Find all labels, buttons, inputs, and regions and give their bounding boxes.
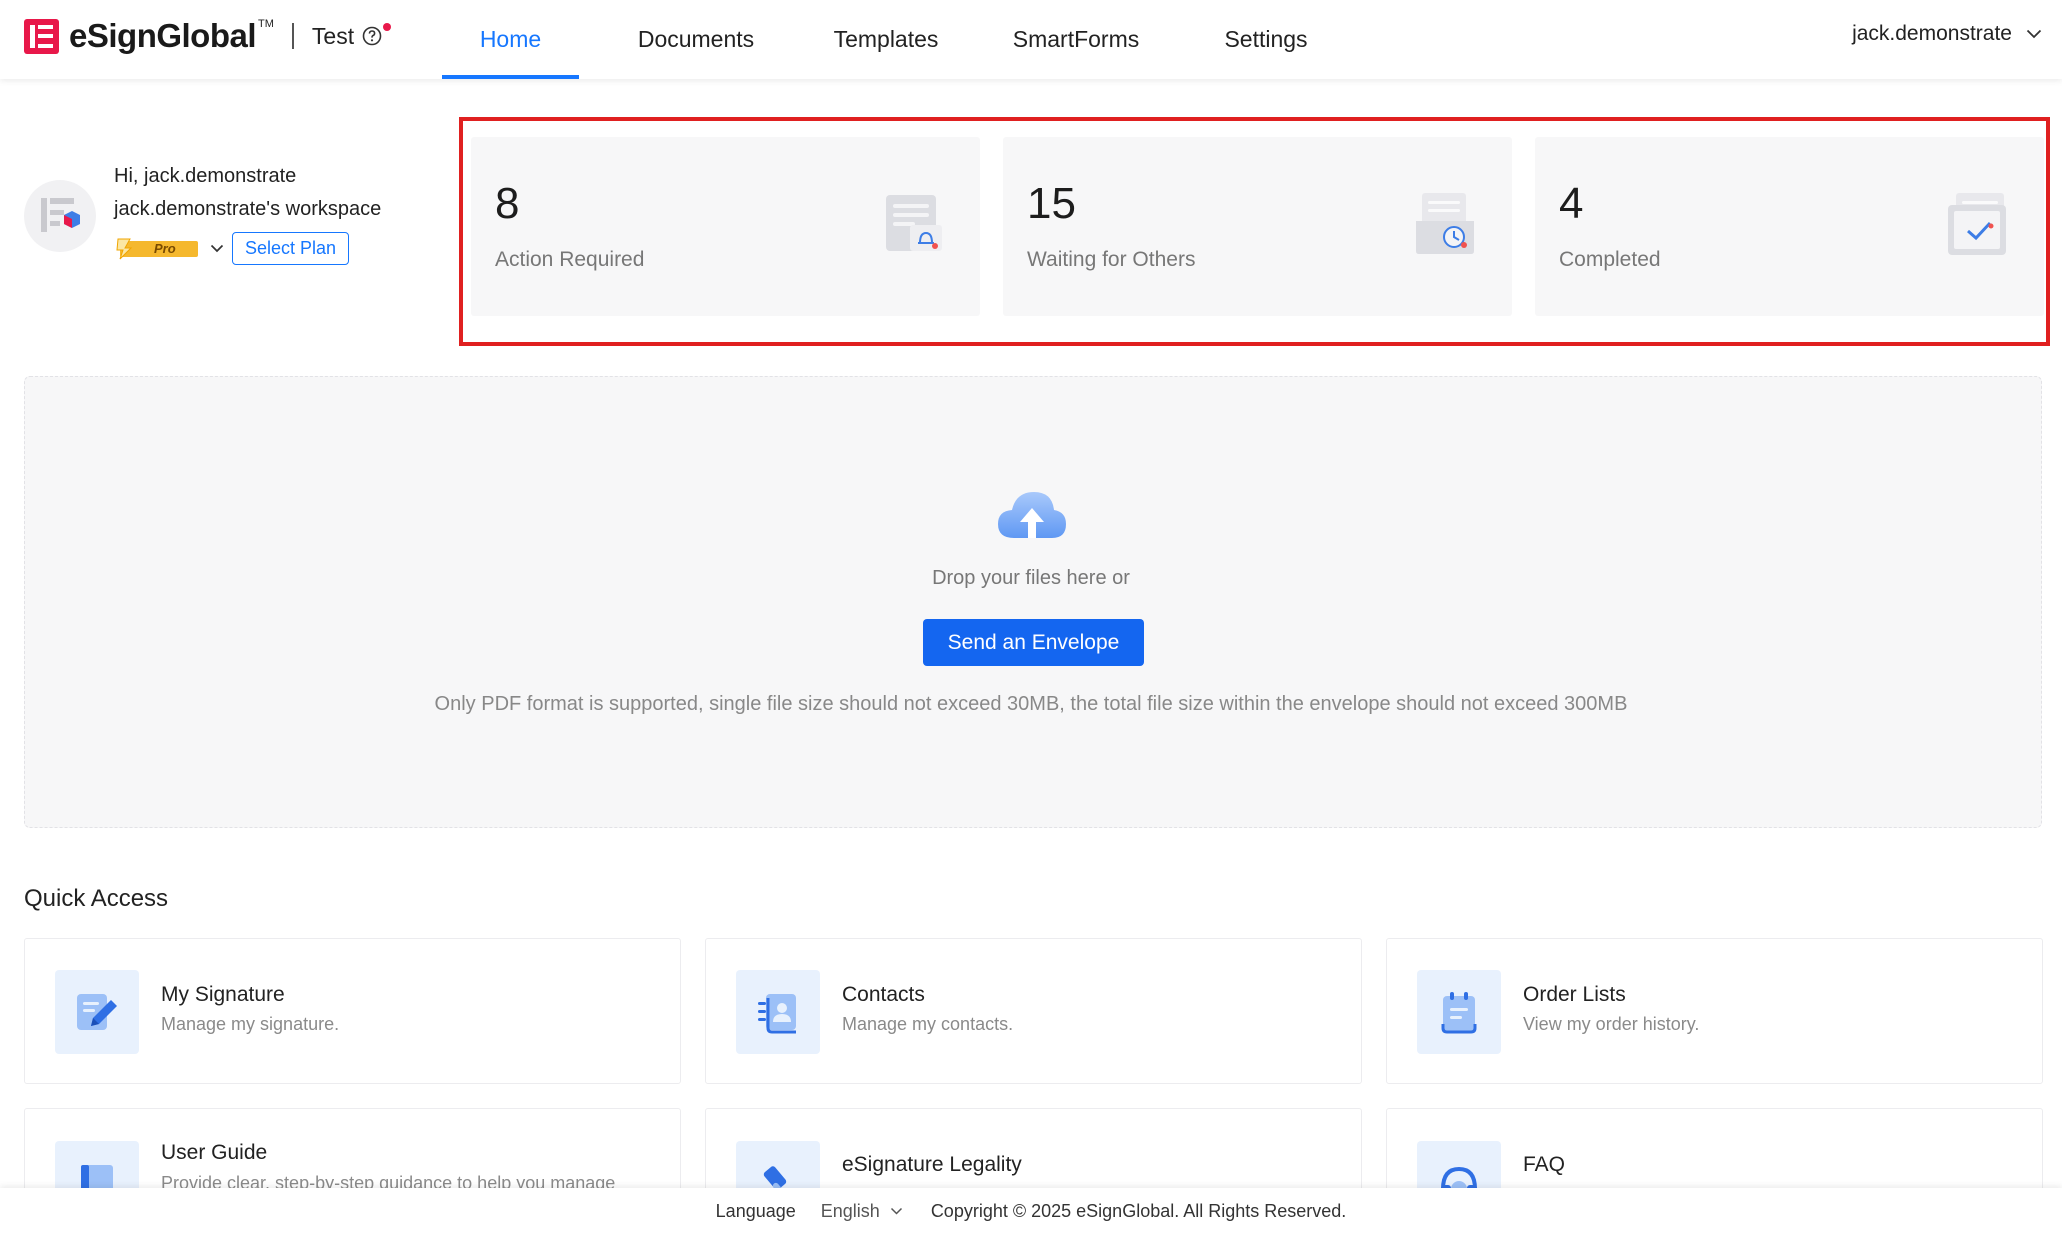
- drop-prompt: Drop your files here or: [932, 567, 1130, 589]
- quick-access-title: Quick Access: [24, 885, 169, 912]
- quick-access-desc: View my order history.: [1523, 1014, 1700, 1034]
- workspace-avatar[interactable]: [24, 180, 96, 252]
- language-chevron-down-icon: [890, 1207, 902, 1215]
- select-plan-button[interactable]: Select Plan: [232, 232, 350, 265]
- workspace-name: jack.demonstrate's workspace: [114, 198, 382, 220]
- quick-access-name: eSignature Legality: [842, 1153, 1022, 1176]
- organization-name[interactable]: Test: [312, 23, 354, 50]
- brand-name: eSignGlobal: [69, 17, 257, 54]
- quick-access-name: My Signature: [161, 983, 285, 1006]
- plan-row: Pro Select Plan: [114, 232, 350, 265]
- quick-access-desc: Manage my signature.: [161, 1014, 340, 1034]
- main-nav: Home Documents Templates SmartForms Sett…: [442, 0, 1320, 79]
- clock-document-icon: [1416, 193, 1474, 254]
- nav-smartforms[interactable]: SmartForms: [1006, 0, 1146, 79]
- pro-plan-badge: Pro: [114, 238, 200, 260]
- upload-limits-hint: Only PDF format is supported, single fil…: [434, 693, 1628, 715]
- esignglobal-logo-icon: [24, 18, 59, 54]
- greeting-text: Hi, jack.demonstrate: [114, 165, 297, 187]
- nav-templates[interactable]: Templates: [817, 0, 955, 79]
- nav-documents[interactable]: Documents: [627, 0, 765, 79]
- stat-count: 8: [495, 179, 520, 228]
- quick-access-name: Contacts: [842, 983, 925, 1006]
- help-circle-icon[interactable]: [362, 26, 382, 46]
- language-select[interactable]: English: [821, 1201, 903, 1222]
- plan-badge-label: Pro: [154, 240, 176, 256]
- language-value: English: [820, 1200, 880, 1221]
- chevron-down-icon: [2026, 29, 2042, 39]
- trademark-sign: TM: [258, 18, 274, 30]
- stat-card-waiting[interactable]: 15 Waiting for Others: [1003, 137, 1512, 316]
- send-envelope-button[interactable]: Send an Envelope: [923, 619, 1144, 666]
- stat-label: Completed: [1559, 248, 1661, 271]
- brand-logo[interactable]: eSignGlobal TM Test: [24, 17, 392, 55]
- user-name: jack.demonstrate: [1852, 22, 2012, 45]
- workspace-logo-icon: [41, 198, 80, 232]
- stat-count: 4: [1559, 179, 1584, 228]
- bell-document-icon: [886, 195, 942, 251]
- quick-access-desc: Manage my contacts.: [842, 1014, 1014, 1034]
- stat-card-action-required[interactable]: 8 Action Required: [471, 137, 980, 316]
- file-drop-zone[interactable]: [24, 376, 2042, 828]
- top-navigation-bar: eSignGlobal TM Test Home Documents Templ…: [0, 0, 2062, 79]
- nav-settings[interactable]: Settings: [1212, 0, 1320, 79]
- language-label: Language: [715, 1200, 796, 1221]
- quick-access-contacts[interactable]: Contacts Manage my contacts.: [705, 938, 1362, 1084]
- signature-pen-icon: [55, 970, 139, 1054]
- copyright-text: Copyright © 2025 eSignGlobal. All Rights…: [930, 1200, 1347, 1221]
- stat-label: Action Required: [495, 248, 645, 271]
- plan-chevron-down-icon[interactable]: [210, 244, 224, 253]
- nav-home[interactable]: Home: [442, 0, 579, 79]
- order-list-icon: [1417, 970, 1501, 1054]
- contacts-book-icon: [736, 970, 820, 1054]
- check-document-icon: [1948, 193, 2006, 255]
- quick-access-my-signature[interactable]: My Signature Manage my signature.: [24, 938, 681, 1084]
- page-footer: Language English Copyright © 2025 eSignG…: [0, 1188, 2062, 1234]
- stat-label: Waiting for Others: [1027, 248, 1196, 271]
- quick-access-name: Order Lists: [1523, 983, 1626, 1006]
- cloud-upload-icon: [998, 492, 1066, 538]
- stat-card-completed[interactable]: 4 Completed: [1535, 137, 2044, 316]
- stat-count: 15: [1027, 179, 1076, 228]
- user-menu[interactable]: jack.demonstrate: [1852, 22, 2042, 46]
- logo-divider: [291, 23, 294, 49]
- quick-access-order-lists[interactable]: Order Lists View my order history.: [1386, 938, 2043, 1084]
- quick-access-name: FAQ: [1523, 1153, 1566, 1176]
- quick-access-name: User Guide: [161, 1141, 268, 1164]
- notification-dot: [383, 23, 392, 31]
